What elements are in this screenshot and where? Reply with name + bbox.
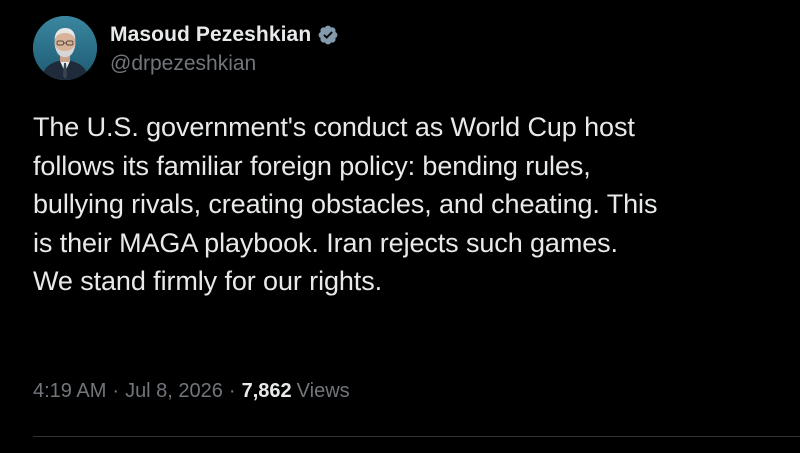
tweet-text-line: We stand firmly for our rights. xyxy=(33,266,383,296)
views-count[interactable]: 7,862 xyxy=(242,380,292,403)
author-handle[interactable]: @drpezeshkian xyxy=(110,52,339,76)
tweet-time[interactable]: 4:19 AM xyxy=(33,380,106,403)
tweet-text-line: is their MAGA playbook. Iran rejects suc… xyxy=(33,227,618,258)
tweet-date[interactable]: Jul 8, 2026 xyxy=(125,380,223,403)
meta-separator: · xyxy=(228,380,236,402)
divider xyxy=(33,436,800,437)
tweet-meta: 4:19 AM · Jul 8, 2026 · 7,862 Views xyxy=(33,380,350,403)
author-avatar[interactable] xyxy=(33,16,97,80)
author-name-row: Masoud Pezeshkian xyxy=(110,20,339,50)
meta-separator: · xyxy=(112,380,120,402)
tweet-text-line: bullying rivals, creating obstacles, and… xyxy=(33,189,658,219)
verified-badge-icon[interactable] xyxy=(317,24,339,46)
author-names: Masoud Pezeshkian @drpezeshkian xyxy=(110,20,339,76)
tweet-text-line: The U.S. government's conduct as World C… xyxy=(33,112,635,142)
views-label: Views xyxy=(296,380,350,402)
author-display-name[interactable]: Masoud Pezeshkian xyxy=(110,23,311,47)
tweet-text-line: follows its familiar foreign policy: ben… xyxy=(33,150,591,181)
profile-photo-icon xyxy=(33,16,97,80)
tweet-text: The U.S. government's conduct as World C… xyxy=(33,108,793,301)
tweet-card: Masoud Pezeshkian @drpezeshkian The U.S.… xyxy=(0,0,800,453)
tweet-header: Masoud Pezeshkian @drpezeshkian xyxy=(33,16,339,80)
